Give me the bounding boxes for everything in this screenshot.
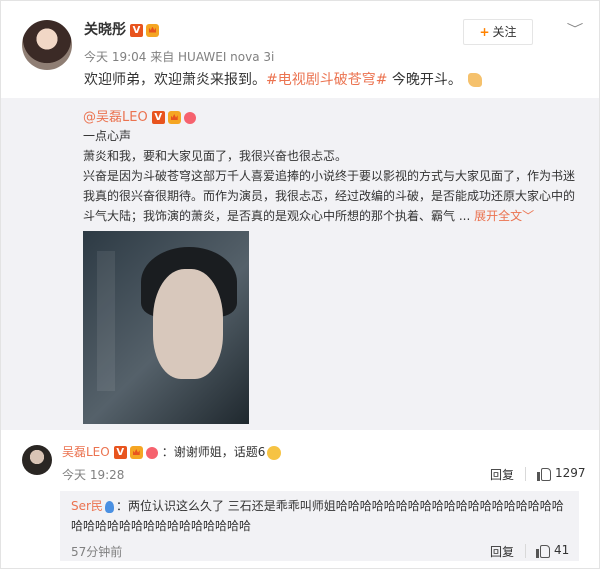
comment-like-button[interactable]: 1297 (537, 466, 586, 481)
repost-line-3: 兴奋是因为斗破苍穹这部万千人喜爱追捧的小说终于要以影视的方式与大家见面了，作为书… (83, 169, 576, 183)
expand-full-text-link[interactable]: 展开全文﹀ (474, 209, 534, 223)
author-avatar[interactable] (22, 20, 72, 70)
smile-emoji-icon (267, 445, 282, 460)
sub-reply-like-button[interactable]: 41 (536, 543, 569, 558)
weibo-post-card: 关晓彤 V + 关注 ﹀ 今天 19:04 来自 HUAWEI nova 3i 欢迎… (0, 0, 600, 569)
sub-reply-content: Ser民 ：两位认识这么久了 三石还是乖乖叫师姐哈哈哈哈哈哈哈哈哈哈哈哈哈哈哈哈哈… (71, 496, 571, 536)
comment-text: ：谢谢师姐，话题6 (161, 445, 266, 459)
crown-icon (146, 23, 159, 37)
poster-banner (97, 251, 115, 391)
repost-line-5: 斗气大陆；我饰演的萧炎，是否真的是观众心中所想的那个执着、霸气 ... 展开全文… (83, 207, 534, 224)
pray-emoji-icon (467, 73, 482, 87)
thumbs-up-icon (536, 544, 550, 558)
author-name[interactable]: 关晓彤 V (84, 19, 159, 39)
author-name-text[interactable]: 关晓彤 (84, 22, 126, 38)
post-text-after: 今晚开斗。 (387, 72, 462, 88)
verified-icon: V (151, 111, 165, 124)
comment-line: 吴磊LEO V ：谢谢师姐，话题6 (62, 443, 282, 460)
crown-icon (129, 446, 143, 459)
heart-icon (183, 111, 196, 124)
sub-reply-user[interactable]: Ser民 (71, 499, 103, 513)
sub-reply-like-count: 41 (554, 543, 570, 557)
sub-reply-reply-button[interactable]: 回复 (490, 543, 514, 560)
heart-icon (145, 446, 158, 459)
crown-icon (167, 111, 181, 124)
poster-face (153, 269, 223, 379)
bulb-icon (104, 500, 114, 513)
post-text-before: 欢迎师弟，欢迎萧炎来报到。 (84, 72, 266, 88)
chevron-down-icon[interactable]: ﹀ (567, 20, 584, 37)
commenter-avatar[interactable] (22, 445, 52, 475)
post-text: 欢迎师弟，欢迎萧炎来报到。#电视剧斗破苍穹# 今晚开斗。 (84, 69, 482, 89)
comment-like-count: 1297 (555, 466, 586, 480)
thumbs-up-icon (537, 467, 551, 481)
hashtag-link[interactable]: #电视剧斗破苍穹# (266, 72, 387, 88)
follow-button[interactable]: + 关注 (463, 19, 533, 45)
sub-reply-text: ：两位认识这么久了 三石还是乖乖叫师姐哈哈哈哈哈哈哈哈哈哈哈哈哈哈哈哈哈哈哈哈哈… (71, 499, 564, 533)
repost-author[interactable]: @吴磊LEO V (83, 106, 196, 125)
reposted-content[interactable]: @吴磊LEO V 一点心声 萧炎和我，要和大家见面了，我很兴奋也很忐忑。 兴奋是因… (1, 98, 599, 430)
sub-reply-box: Ser民 ：两位认识这么久了 三石还是乖乖叫师姐哈哈哈哈哈哈哈哈哈哈哈哈哈哈哈哈哈… (60, 491, 579, 561)
follow-label: 关注 (492, 25, 517, 39)
commenter-name[interactable]: 吴磊LEO (62, 445, 110, 459)
comment-time: 今天 19:28 (62, 468, 125, 482)
verified-icon: V (113, 446, 127, 459)
verified-icon: V (130, 23, 143, 37)
comment-reply-button[interactable]: 回复 (490, 466, 514, 483)
plus-icon: + (479, 25, 490, 39)
divider (525, 544, 526, 558)
repost-line-2: 萧炎和我，要和大家见面了，我很兴奋也很忐忑。 (83, 149, 348, 163)
repost-line-4: 我真的很兴奋很期待。而作为演员，我很忐忑，经过改编的斗破，是否能成功还原大家心中… (83, 189, 576, 203)
expand-label[interactable]: 展开全文 (474, 209, 522, 223)
expand-chevron-icon: ﹀ (522, 209, 535, 223)
divider (525, 467, 526, 481)
repost-line-5-text: 斗气大陆；我饰演的萧炎，是否真的是观众心中所想的那个执着、霸气 ... (83, 209, 471, 223)
sub-reply-time: 57分钟前 (71, 545, 123, 559)
repost-poster-image[interactable] (83, 231, 249, 424)
post-time-source[interactable]: 今天 19:04 来自 HUAWEI nova 3i (84, 48, 274, 65)
repost-author-name[interactable]: @吴磊LEO (83, 110, 148, 125)
repost-line-1: 一点心声 (83, 129, 132, 143)
